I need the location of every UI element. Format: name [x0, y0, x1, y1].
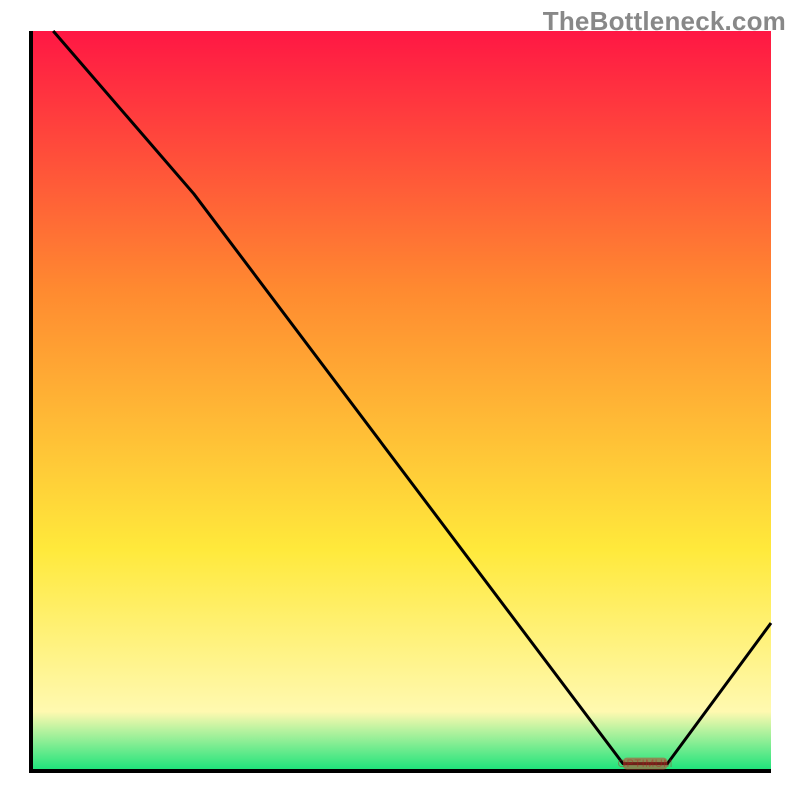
- optimum-label: OPTIMUM: [617, 758, 672, 770]
- bottleneck-chart: TheBottleneck.com OPTIMUM: [0, 0, 800, 800]
- chart-svg: [0, 0, 800, 800]
- plot-background: [31, 31, 771, 771]
- optimum-label-strip: OPTIMUM: [623, 756, 667, 772]
